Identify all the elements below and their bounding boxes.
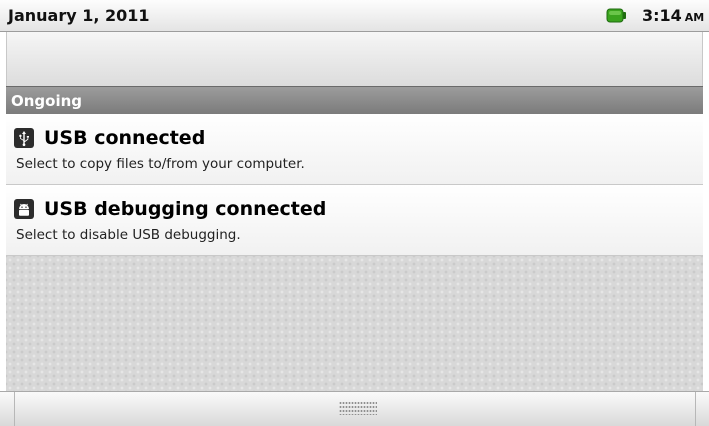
status-ampm: AM	[684, 11, 705, 24]
section-title: Ongoing	[11, 92, 83, 110]
drag-handle-icon[interactable]	[339, 401, 377, 415]
notification-usb-debugging[interactable]: USB debugging connected Select to disabl…	[6, 185, 703, 256]
battery-icon	[606, 8, 626, 23]
status-clock: 3:14 AM	[642, 6, 704, 25]
usb-icon	[14, 128, 34, 148]
status-bar: January 1, 2011 3:14 AM	[0, 0, 709, 32]
notification-shade-handle[interactable]	[0, 391, 709, 426]
notification-title: USB connected	[44, 127, 206, 149]
status-date: January 1, 2011	[8, 6, 150, 25]
bottom-bar-edge-right	[695, 392, 696, 426]
notification-usb-connected[interactable]: USB connected Select to copy files to/fr…	[6, 114, 703, 185]
android-debug-icon	[14, 199, 34, 219]
status-time: 3:14	[642, 6, 682, 25]
section-header-ongoing: Ongoing	[6, 86, 703, 114]
bottom-bar-edge-left	[14, 392, 15, 426]
notification-title: USB debugging connected	[44, 198, 327, 220]
notification-top-panel	[6, 32, 703, 86]
notification-text: Select to disable USB debugging.	[16, 227, 241, 243]
notification-text: Select to copy files to/from your comput…	[16, 156, 305, 172]
empty-notification-area	[6, 256, 703, 391]
